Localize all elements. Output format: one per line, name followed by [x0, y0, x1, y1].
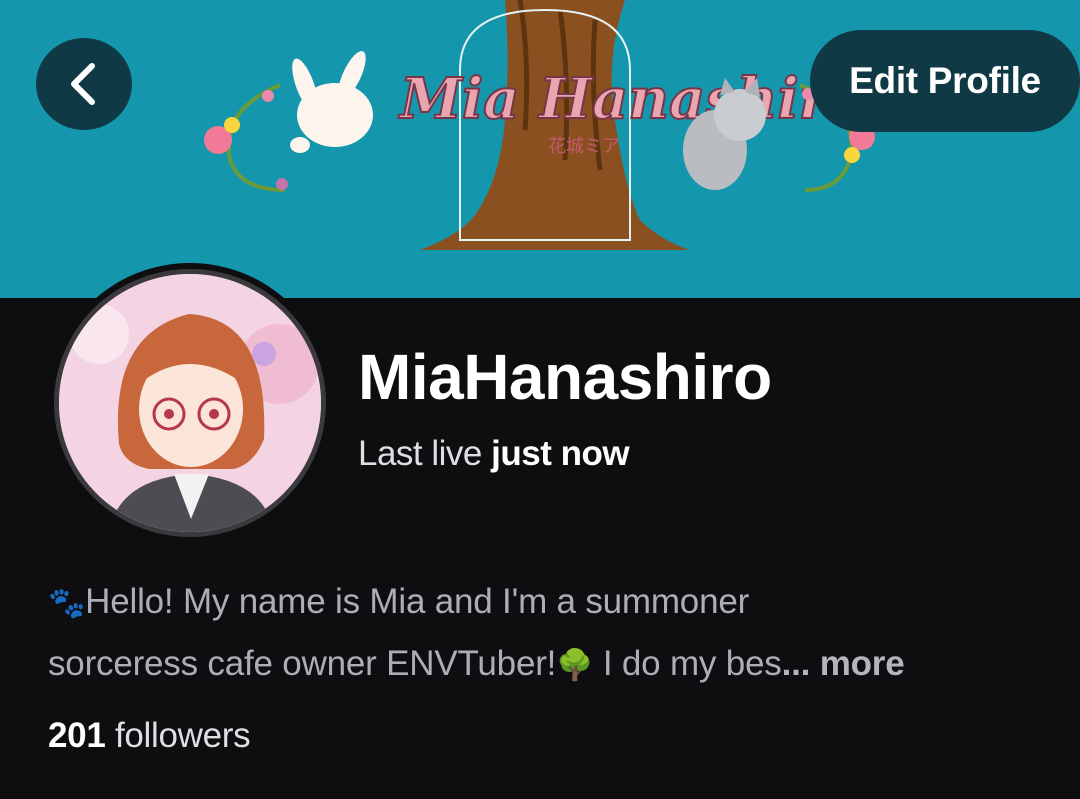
bio-line-2: sorceress cafe owner ENVTuber! — [48, 644, 557, 683]
avatar-ring — [48, 263, 332, 543]
paw-prints-icon: 🐾 — [48, 586, 86, 621]
back-button[interactable] — [36, 38, 132, 130]
tree-icon: 🌳 — [556, 648, 594, 683]
bio-ellipsis: ... — [781, 644, 811, 683]
channel-bio: 🐾Hello! My name is Mia and I'm a summone… — [48, 572, 1048, 696]
banner-logo-subtext: 花城ミア — [548, 136, 620, 157]
bio-line-2-tail: I do my bes — [593, 644, 782, 683]
channel-name: MiaHanashiro — [358, 341, 772, 413]
last-live-value: just now — [491, 434, 630, 473]
followers-number: 201 — [48, 716, 106, 755]
banner-logo: Mia Hanashiro 花城ミア — [397, 65, 867, 157]
followers-count[interactable]: 201 followers — [48, 716, 251, 756]
followers-label: followers — [114, 716, 251, 755]
left-flower-wreath — [204, 83, 288, 192]
chevron-left-icon — [71, 63, 95, 105]
edit-profile-button[interactable]: Edit Profile — [810, 30, 1080, 132]
banner-logo-mia: Mia Hanashiro — [398, 66, 866, 132]
avatar-illustration — [59, 274, 321, 532]
last-live-status: Last live just now — [358, 434, 630, 474]
last-live-prefix: Last live — [358, 434, 482, 473]
rabbit-drawing — [290, 51, 373, 153]
avatar[interactable] — [54, 269, 326, 537]
bio-more-link[interactable]: more — [820, 644, 905, 683]
bio-line-1: Hello! My name is Mia and I'm a summoner — [85, 582, 750, 621]
